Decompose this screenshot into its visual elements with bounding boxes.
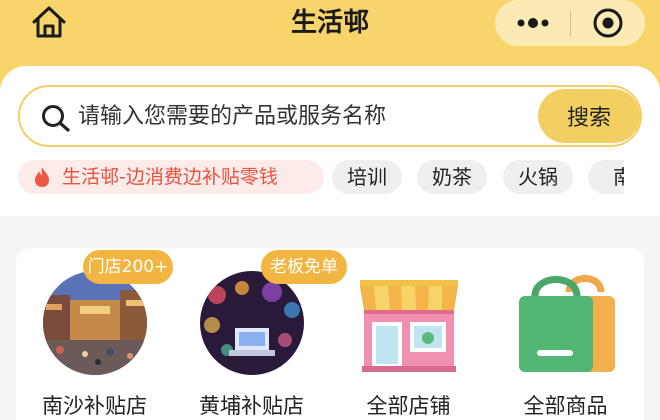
tag-milk-tea[interactable]: 奶茶: [417, 160, 487, 194]
nansha-street-photo: [43, 271, 147, 375]
category-card: 门店200+ 南沙补贴店 老板免单 黄埔补贴店 全部店铺 全部商品: [16, 248, 644, 420]
miniprogram-capsule: [495, 0, 645, 46]
huangpu-night-photo: [200, 271, 304, 375]
home-icon: [32, 6, 66, 38]
category-label: 全部店铺: [366, 394, 451, 418]
category-label: 黄埔补贴店: [199, 394, 304, 418]
category-all-products[interactable]: 全部商品: [487, 248, 644, 420]
storefront-icon: [360, 280, 458, 372]
hot-tags-row: 生活邨-边消费边补贴零钱 培训 奶茶 火锅 南: [18, 160, 624, 196]
category-huangpu-store[interactable]: 老板免单 黄埔补贴店: [173, 248, 347, 420]
close-button[interactable]: [572, 0, 645, 46]
search-input[interactable]: [78, 93, 478, 139]
tag-nansha[interactable]: 南: [588, 160, 624, 194]
more-dots-icon: [517, 18, 549, 28]
home-button[interactable]: [30, 4, 68, 40]
shopping-bag-icon: [519, 275, 615, 372]
category-nansha-store[interactable]: 门店200+ 南沙补贴店: [16, 248, 173, 420]
promo-tag[interactable]: 生活邨-边消费边补贴零钱: [18, 160, 324, 194]
capsule-divider: [570, 10, 571, 36]
search-bar: 搜索: [18, 85, 642, 147]
category-all-stores[interactable]: 全部店铺: [330, 248, 487, 420]
promo-tag-label: 生活邨-边消费边补贴零钱: [62, 166, 278, 188]
tag-hotpot[interactable]: 火锅: [503, 160, 573, 194]
flame-icon: [35, 167, 49, 187]
category-label: 南沙补贴店: [42, 394, 147, 418]
more-button[interactable]: [495, 0, 569, 46]
search-icon: [42, 105, 70, 132]
tag-training[interactable]: 培训: [332, 160, 402, 194]
search-button[interactable]: 搜索: [538, 89, 640, 143]
category-label: 全部商品: [523, 394, 608, 418]
store-count-badge: 门店200+: [83, 250, 173, 284]
target-close-icon: [593, 8, 623, 38]
